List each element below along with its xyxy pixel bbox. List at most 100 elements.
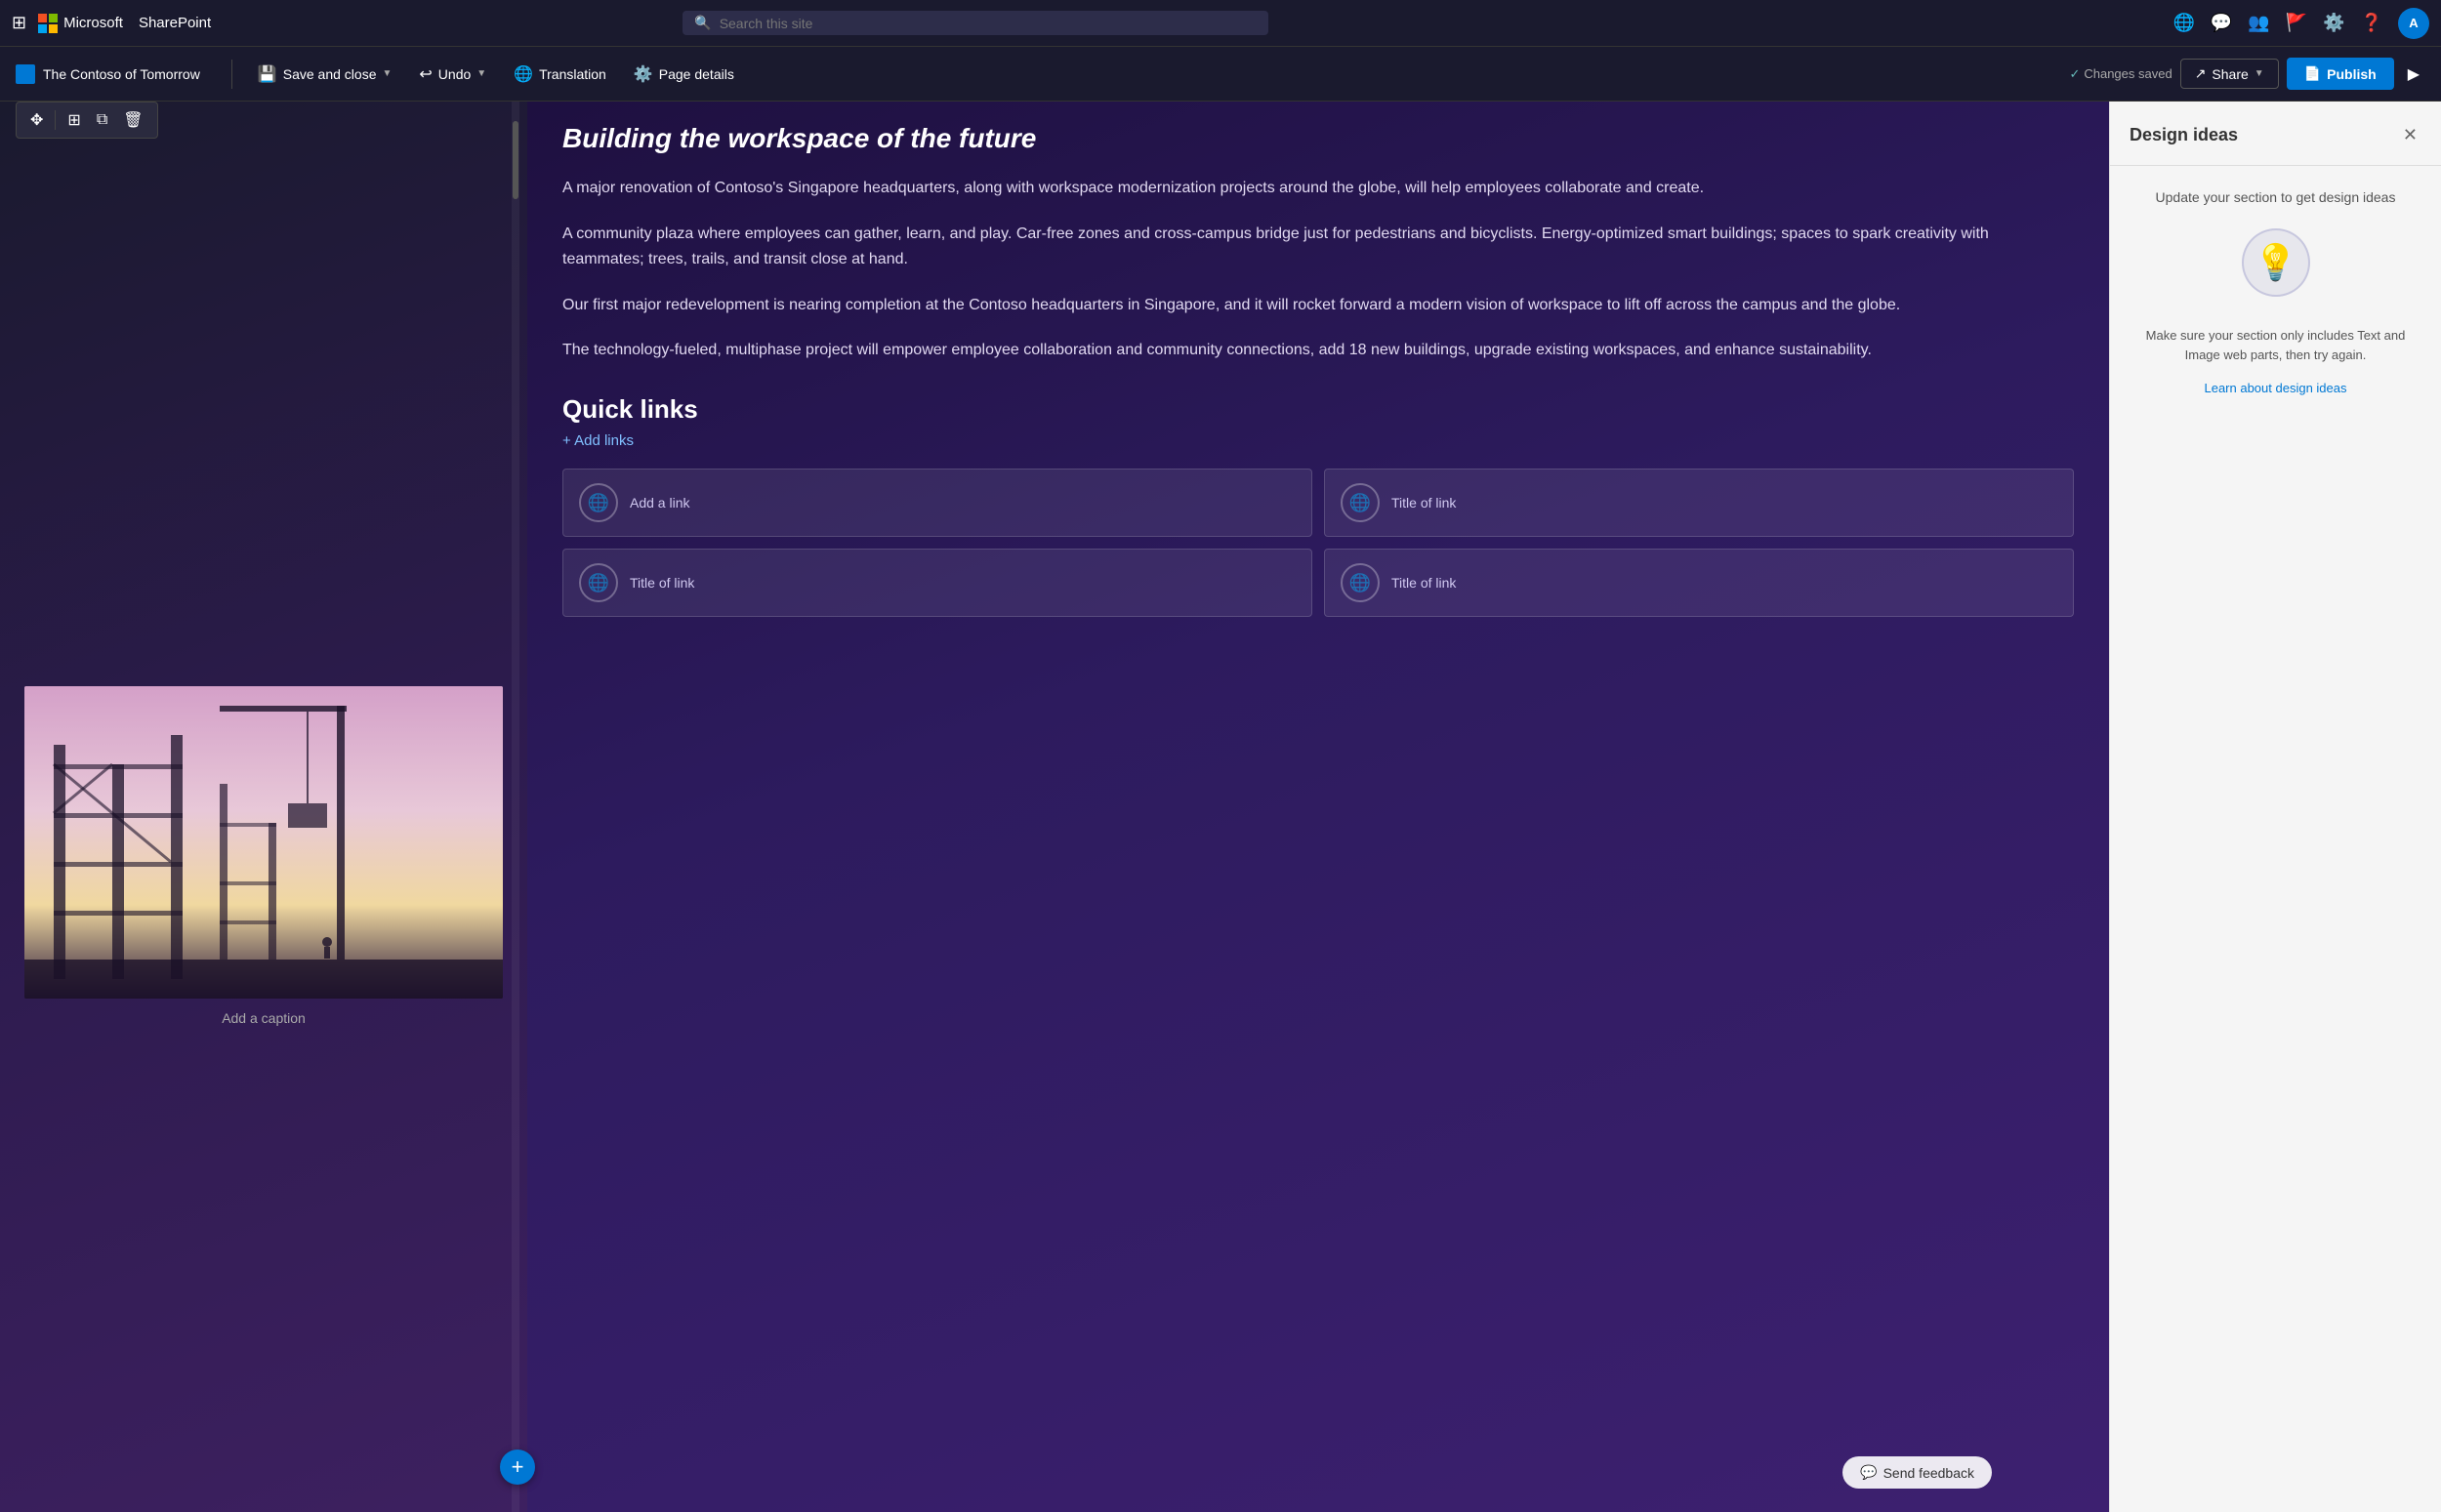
page-details-button[interactable]: ⚙️ Page details: [624, 59, 744, 90]
link-item-1[interactable]: 🌐 Title of link: [1324, 469, 2074, 537]
design-panel-header: Design ideas ✕: [2110, 102, 2441, 166]
design-update-text: Update your section to get design ideas: [2130, 189, 2421, 205]
scroll-indicator: [512, 102, 519, 1512]
check-icon: ✓: [2069, 66, 2080, 82]
ms-blue-square: [38, 24, 47, 33]
changes-saved: ✓ Changes saved: [2069, 66, 2172, 82]
link-icon-3: 🌐: [1341, 563, 1380, 602]
undo-caret-icon: ▼: [476, 68, 486, 79]
scaffold-svg: [24, 686, 503, 999]
flag-icon[interactable]: 🚩: [2286, 13, 2307, 33]
copy-button[interactable]: ⧉: [91, 107, 113, 133]
delete-button[interactable]: 🗑: [117, 106, 148, 134]
share-button[interactable]: ↗ Share ▼: [2180, 59, 2279, 89]
design-panel-body: Update your section to get design ideas …: [2110, 166, 2441, 1512]
brand-area: The Contoso of Tomorrow: [16, 64, 200, 84]
people-icon[interactable]: 👥: [2248, 13, 2269, 33]
link-icon-0: 🌐: [579, 483, 618, 522]
edit-toolbar: ✥ ⊞ ⧉ 🗑: [16, 102, 158, 139]
page-details-icon: ⚙️: [634, 64, 653, 84]
quick-links-title: Quick links: [562, 394, 2074, 425]
save-close-label: Save and close: [283, 66, 377, 82]
edit-settings-button[interactable]: ⊞: [62, 106, 86, 134]
chat-icon[interactable]: 💬: [2211, 13, 2232, 33]
image-caption[interactable]: Add a caption: [222, 1010, 306, 1026]
undo-button[interactable]: ↩ Undo ▼: [409, 59, 496, 90]
design-lightbulb: 💡: [2237, 228, 2315, 306]
main-layout: Add a caption Building the workspace of …: [0, 102, 2441, 1512]
add-section-button[interactable]: +: [500, 1450, 535, 1485]
sidebar-toggle-icon[interactable]: ▶: [2402, 59, 2425, 90]
brand-icon: [16, 64, 35, 84]
article-paragraph-4: The technology-fueled, multiphase projec…: [562, 338, 2074, 363]
ms-red-square: [38, 14, 47, 22]
microsoft-text: Microsoft: [63, 15, 123, 31]
avatar[interactable]: A: [2398, 8, 2429, 39]
right-content-panel: Building the workspace of the future A m…: [527, 102, 2109, 1512]
link-item-2[interactable]: 🌐 Title of link: [562, 549, 1312, 617]
undo-label: Undo: [438, 66, 471, 82]
publish-button[interactable]: 📄 Publish: [2287, 58, 2394, 90]
settings-icon[interactable]: ⚙️: [2323, 13, 2344, 33]
link-icon-2: 🌐: [579, 563, 618, 602]
translation-label: Translation: [539, 66, 606, 82]
save-icon: 💾: [258, 64, 277, 84]
undo-icon: ↩: [419, 64, 432, 84]
publish-label: Publish: [2327, 66, 2377, 82]
left-image-panel: Add a caption: [0, 102, 527, 1512]
changes-saved-label: Changes saved: [2084, 66, 2172, 81]
link-label-1: Title of link: [1391, 495, 1456, 511]
design-description: Make sure your section only includes Tex…: [2130, 326, 2421, 364]
search-icon: 🔍: [694, 15, 711, 31]
design-ideas-panel: Design ideas ✕ Update your section to ge…: [2109, 102, 2441, 1512]
article-paragraph-1: A major renovation of Contoso's Singapor…: [562, 176, 2074, 201]
top-navigation: ⊞ Microsoft SharePoint 🔍 🌐 💬 👥 🚩 ⚙️ ❓ A: [0, 0, 2441, 47]
publish-icon: 📄: [2304, 65, 2321, 82]
link-icon-1: 🌐: [1341, 483, 1380, 522]
design-learn-link[interactable]: Learn about design ideas: [2204, 381, 2346, 395]
link-label-3: Title of link: [1391, 575, 1456, 591]
link-label-0: Add a link: [630, 495, 689, 511]
article-body: A major renovation of Contoso's Singapor…: [562, 176, 2074, 363]
lightbulb-icon: 💡: [2254, 242, 2297, 283]
share-caret-icon: ▼: [2255, 68, 2264, 79]
search-input[interactable]: [720, 16, 1258, 31]
ms-green-square: [49, 14, 58, 22]
page-toolbar: The Contoso of Tomorrow 💾 Save and close…: [0, 47, 2441, 102]
share-label: Share: [2212, 66, 2248, 82]
construction-image[interactable]: [24, 686, 503, 999]
page-details-label: Page details: [659, 66, 734, 82]
app-grid-icon[interactable]: ⊞: [12, 13, 26, 33]
nav-right-icons: 🌐 💬 👥 🚩 ⚙️ ❓ A: [2172, 8, 2429, 39]
question-icon[interactable]: ❓: [2361, 13, 2382, 33]
ms-yellow-square: [49, 24, 58, 33]
send-feedback-label: Send feedback: [1883, 1465, 1974, 1481]
feedback-icon: 💬: [1860, 1464, 1877, 1481]
search-bar[interactable]: 🔍: [683, 11, 1268, 35]
move-button[interactable]: ✥: [24, 106, 49, 134]
save-caret-icon: ▼: [382, 68, 392, 79]
link-item-0[interactable]: 🌐 Add a link: [562, 469, 1312, 537]
link-item-3[interactable]: 🌐 Title of link: [1324, 549, 2074, 617]
lightbulb-circle: 💡: [2242, 228, 2310, 297]
brand-name: The Contoso of Tomorrow: [43, 66, 200, 82]
add-links-label: + Add links: [562, 432, 634, 449]
article-paragraph-2: A community plaza where employees can ga…: [562, 222, 2074, 273]
sharepoint-label: SharePoint: [139, 15, 211, 31]
scroll-thumb: [513, 121, 518, 199]
article-paragraph-3: Our first major redevelopment is nearing…: [562, 293, 2074, 318]
send-feedback-button[interactable]: 💬 Send feedback: [1842, 1456, 1992, 1489]
add-links-button[interactable]: + Add links: [562, 432, 2074, 449]
translation-icon: 🌐: [514, 64, 533, 84]
design-close-button[interactable]: ✕: [2399, 121, 2421, 149]
link-label-2: Title of link: [630, 575, 694, 591]
microsoft-logo: Microsoft: [38, 14, 123, 33]
article-title: Building the workspace of the future: [562, 121, 2074, 156]
edit-separator: [55, 110, 56, 130]
translation-button[interactable]: 🌐 Translation: [504, 59, 616, 90]
toolbar-divider-1: [231, 60, 232, 89]
links-grid: 🌐 Add a link 🌐 Title of link 🌐 Title of …: [562, 469, 2074, 617]
toolbar-right: ✓ Changes saved ↗ Share ▼ 📄 Publish ▶: [2069, 58, 2425, 90]
save-close-button[interactable]: 💾 Save and close ▼: [248, 59, 402, 90]
help-icon[interactable]: 🌐: [2172, 13, 2194, 33]
